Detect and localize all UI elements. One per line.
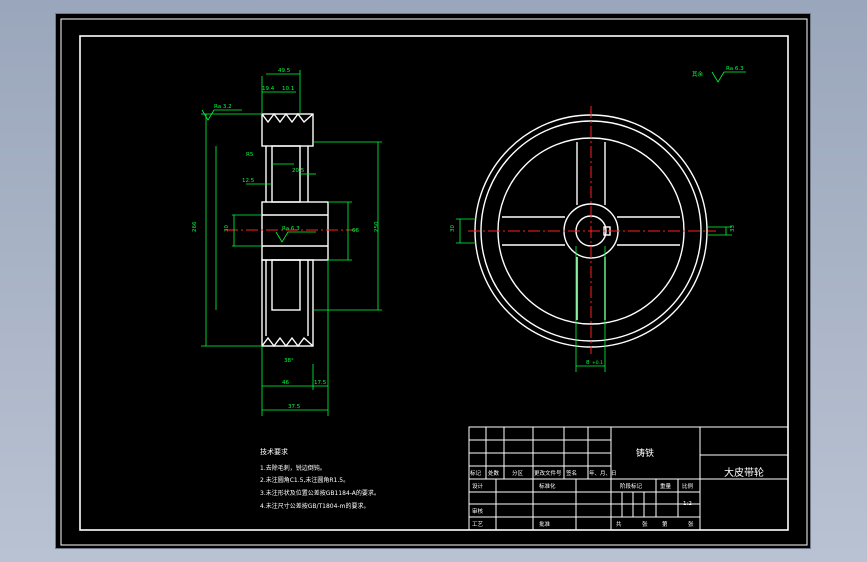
- dim-key-width: 8: [586, 360, 590, 366]
- rev-label-6: 年、月、日: [589, 469, 617, 477]
- dim-key-tol: +0.1: [592, 360, 603, 366]
- web-top: [271, 145, 301, 203]
- rev-label-4: 更改文件号: [534, 469, 562, 477]
- dim-bore-dia: 30: [224, 225, 230, 232]
- rev-label-1: 标记: [470, 469, 482, 477]
- tech-req-item-2: 2.未注圆角C1.5,未注圆角R1.5。: [260, 476, 349, 484]
- front-centerlines: [468, 106, 716, 354]
- dim-groove-pitch: 19.4: [262, 86, 275, 92]
- sheet-no: 第: [662, 520, 668, 528]
- approve-label: 批准: [539, 520, 551, 528]
- dim-rim-bottom: 46: [282, 380, 289, 386]
- dim-overall-dia: 266: [192, 221, 198, 232]
- dim-key-right: 33: [730, 225, 736, 232]
- inner-border: [79, 35, 789, 531]
- sheet-word: 张: [642, 520, 648, 528]
- process-label: 工艺: [472, 521, 484, 528]
- check-label: 审核: [472, 507, 484, 515]
- dim-rim-inner-dia: 250: [374, 221, 380, 232]
- dim-groove-width: 49.5: [278, 68, 291, 74]
- material: 铸铁: [636, 447, 654, 459]
- scale-value: 1:2: [683, 501, 692, 507]
- tech-req-title: 技术要求: [260, 447, 288, 456]
- dim-rim-depth: R5: [246, 152, 254, 158]
- sheet-word-2: 张: [688, 520, 694, 528]
- groove-profile-top: [261, 112, 314, 124]
- rev-label-5: 签名: [566, 469, 577, 477]
- web-bottom: [271, 259, 301, 311]
- dim-key-left: 30: [450, 225, 456, 232]
- part-name: 大皮带轮: [724, 466, 764, 479]
- roughness-rest-prefix: 其余: [692, 70, 704, 78]
- cad-viewport[interactable]: Ra 3.2 49.5 19.4 10.1 R5 20.5 12.5 66 26…: [55, 13, 811, 549]
- stage-mark-label: 阶段标记: [620, 482, 643, 490]
- tech-req-item-4: 4.未注尺寸公差按GB/T1804-m的要求。: [260, 502, 369, 510]
- rev-label-2: 处数: [488, 469, 500, 477]
- roughness-ra32: Ra 3.2: [214, 104, 232, 110]
- rev-label-3: 分区: [512, 469, 524, 477]
- groove-profile-bottom: [261, 336, 314, 348]
- rim-bottom: [261, 259, 314, 347]
- dim-web-width: 20.5: [292, 168, 305, 174]
- dim-groove-edge: 10.1: [282, 86, 294, 92]
- dim-hub-ext: 17.5: [314, 380, 327, 386]
- tech-req-item-1: 1.去除毛刺，锐边倒钝。: [260, 464, 326, 472]
- weight-label: 重量: [660, 482, 672, 490]
- dim-web-offset: 12.5: [242, 178, 255, 184]
- side-dimension-texts: Ra 3.2 49.5 19.4 10.1 R5 20.5 12.5 66 26…: [192, 68, 380, 410]
- scale-label: 比例: [682, 482, 694, 490]
- dim-total-width: 37.5: [288, 404, 301, 410]
- title-block-texts: 铸铁 大皮带轮 标记 处数 分区 更改文件号 签名 年、月、日 设计 标准化 审…: [470, 447, 764, 528]
- standardize-label: 标准化: [539, 482, 556, 490]
- roughness-rest: Ra 6.3: [726, 66, 744, 72]
- tech-req-item-3: 3.未注形状及位置公差按GB1184-A的要求。: [260, 489, 380, 497]
- dim-hub-dia: 66: [352, 228, 359, 234]
- dim-groove-angle: 38°: [284, 358, 294, 364]
- front-dimension-lines: [456, 71, 746, 372]
- sheet-total: 共: [616, 520, 622, 528]
- roughness-bore: Ra 6.3: [282, 226, 300, 232]
- design-label: 设计: [472, 482, 484, 490]
- technical-requirements: 技术要求 1.去除毛刺，锐边倒钝。 2.未注圆角C1.5,未注圆角R1.5。 3…: [260, 447, 380, 510]
- drawing-sheet: Ra 3.2 49.5 19.4 10.1 R5 20.5 12.5 66 26…: [60, 18, 808, 546]
